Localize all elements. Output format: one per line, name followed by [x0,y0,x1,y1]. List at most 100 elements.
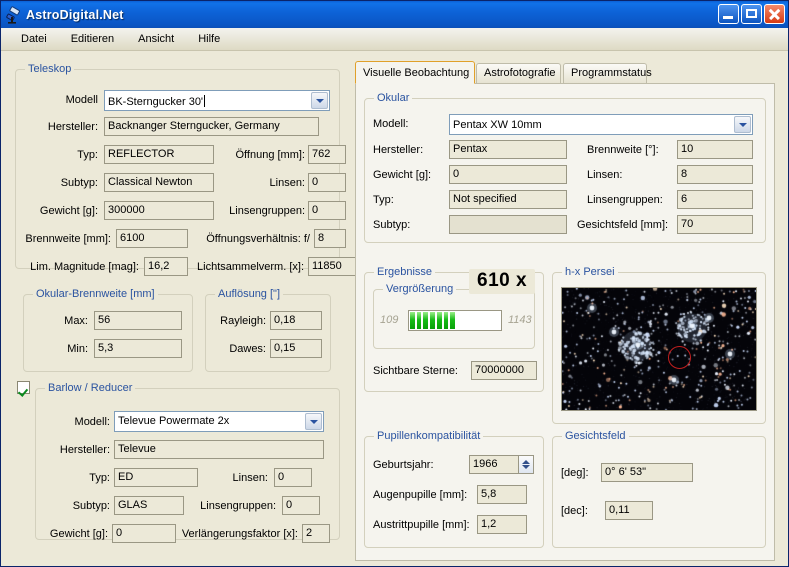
menu-item-ansicht[interactable]: Ansicht [126,31,186,47]
teleskop-linsengruppen-field[interactable]: 0 [308,201,346,220]
red-circle-overlay [668,346,691,369]
stepper-down-icon[interactable] [522,465,530,469]
barlow-verlaengerungsfaktor-label: Verlängerungsfaktor [x]: [181,528,298,540]
teleskop-modell-combobox[interactable]: BK-Sterngucker 30' [104,90,330,111]
teleskop-typ-field[interactable]: REFLECTOR [104,145,214,164]
minimize-button[interactable] [718,4,739,24]
group-aufloesung-caption: Auflösung ["] [215,288,283,300]
geburtsjahr-stepper[interactable] [519,455,534,474]
group-aufloesung: Auflösung ["] Rayleigh: 0,18 Dawes: 0,15 [205,288,331,372]
group-barlow-caption: Barlow / Reducer [45,382,136,394]
barlow-typ-field[interactable]: ED [114,468,198,487]
menu-bar: Datei Editieren Ansicht Hilfe [1,28,788,51]
group-gesichtsfeld-caption: Gesichtsfeld [562,430,629,442]
chevron-down-icon[interactable] [734,116,751,133]
teleskop-hersteller-field[interactable]: Backnanger Sterngucker, Germany [104,117,319,136]
menu-item-hilfe[interactable]: Hilfe [186,31,232,47]
group-ergebnisse: Ergebnisse Vergrößerung 109 1143 610 x S… [364,266,544,392]
teleskop-oeffnung-field[interactable]: 762 [308,145,346,164]
okular-linsengruppen-field[interactable]: 6 [677,190,753,209]
teleskop-modell-value: BK-Sterngucker 30' [108,96,204,108]
teleskop-modell-label: Modell [65,94,98,106]
okular-linsen-field[interactable]: 8 [677,165,753,184]
group-barlow-reducer: Barlow / Reducer Modell: Televue Powerma… [35,382,340,543]
teleskop-lichtsammelverm-field[interactable]: 11850 [308,257,356,276]
geburtsjahr-field[interactable]: 1966 [469,455,519,474]
tab-visuelle-beobachtung-label: Visuelle Beobachtung [363,67,470,79]
teleskop-oeffnungsverhaeltnis-label: Öffnungsverhältnis: f/ [206,233,310,245]
aufloesung-dawes-field[interactable]: 0,15 [270,339,322,358]
tab-panel-visuelle-beobachtung: Okular Modell: Pentax XW 10mm Hersteller… [355,83,775,561]
menu-item-editieren[interactable]: Editieren [59,31,126,47]
teleskop-oeffnungsverhaeltnis-field[interactable]: 8 [314,229,346,248]
group-ergebnisse-caption: Ergebnisse [374,266,436,278]
okular-typ-field[interactable]: Not specified [449,190,567,209]
teleskop-linsengruppen-label: Linsengruppen: [229,205,305,217]
augenpupille-field[interactable]: 5,8 [477,485,527,504]
chevron-down-icon[interactable] [305,413,322,430]
starfield-image[interactable] [561,287,757,411]
okular-gewicht-field[interactable]: 0 [449,165,567,184]
group-teleskop: Teleskop Modell BK-Sterngucker 30' Herst… [15,63,356,276]
tab-astrofotografie[interactable]: Astrofotografie [476,63,561,83]
barlow-typ-label: Typ: [89,472,110,484]
teleskop-hersteller-label: Hersteller: [47,121,98,133]
okular-brennweite-min-field[interactable]: 5,3 [94,339,182,358]
teleskop-linsen-field[interactable]: 0 [308,173,346,192]
tab-astrofotografie-label: Astrofotografie [484,67,556,79]
barlow-verlaengerungsfaktor-field[interactable]: 2 [302,524,330,543]
teleskop-subtyp-field[interactable]: Classical Newton [104,173,214,192]
barlow-hersteller-label: Hersteller: [59,444,110,456]
group-pupillenkompatibilitaet-caption: Pupillenkompatibilität [374,430,484,442]
menu-item-datei[interactable]: Datei [9,31,59,47]
teleskop-brennweite-field[interactable]: 6100 [116,229,188,248]
teleskop-gewicht-field[interactable]: 300000 [104,201,214,220]
group-okular-brennweite: Okular-Brennweite [mm] Max: 56 Min: 5,3 [23,288,193,372]
barlow-modell-combobox[interactable]: Televue Powermate 2x [114,411,324,432]
okular-brennweite-label: Brennweite [°]: [587,144,659,156]
stepper-up-icon[interactable] [522,460,530,464]
okular-brennweite-max-label: Max: [64,315,88,327]
barlow-linsen-label: Linsen: [232,472,268,484]
augenpupille-label: Augenpupille [mm]: [373,489,468,501]
okular-gesichtsfeld-field[interactable]: 70 [677,215,753,234]
barlow-hersteller-field[interactable]: Televue [114,440,324,459]
barlow-linsengruppen-field[interactable]: 0 [282,496,320,515]
tab-programmstatus[interactable]: Programmstatus [563,63,652,83]
teleskop-limmag-field[interactable]: 16,2 [144,257,188,276]
austrittpupille-label: Austrittpupille [mm]: [373,519,470,531]
okular-modell-combobox[interactable]: Pentax XW 10mm [449,114,753,135]
teleskop-typ-label: Typ: [77,149,98,161]
teleskop-gewicht-label: Gewicht [g]: [39,205,98,217]
title-bar: AstroDigital.Net [1,1,788,28]
window-controls [718,4,785,24]
barlow-gewicht-field[interactable]: 0 [112,524,176,543]
okular-subtyp-field[interactable] [449,215,567,234]
chevron-down-icon[interactable] [311,92,328,109]
text-caret [204,95,206,107]
barlow-subtyp-field[interactable]: GLAS [114,496,184,515]
barlow-subtyp-label: Subtyp: [72,500,110,512]
barlow-linsen-field[interactable]: 0 [274,468,312,487]
vergroesserung-range-max: 1143 [508,314,532,326]
okular-hersteller-field[interactable]: Pentax [449,140,567,159]
gesichtsfeld-deg-field[interactable]: 0° 6' 53" [601,463,693,482]
teleskop-lichtsammelverm-label: Lichtsammelverm. [x]: [197,261,304,273]
group-okular-brennweite-caption: Okular-Brennweite [mm] [33,288,158,300]
geburtsjahr-label: Geburtsjahr: [373,459,434,471]
okular-modell-value: Pentax XW 10mm [453,119,542,131]
okular-gesichtsfeld-label: Gesichtsfeld [mm]: [577,219,669,231]
barlow-enable-checkbox[interactable] [17,381,30,394]
okular-brennweite-field[interactable]: 10 [677,140,753,159]
tab-strip: Visuelle Beobachtung Astrofotografie Pro… [355,61,775,84]
close-button[interactable] [764,4,785,24]
tab-visuelle-beobachtung[interactable]: Visuelle Beobachtung [355,61,475,84]
maximize-button[interactable] [741,4,762,24]
gesichtsfeld-dec-field[interactable]: 0,11 [605,501,653,520]
austrittpupille-field[interactable]: 1,2 [477,515,527,534]
aufloesung-rayleigh-field[interactable]: 0,18 [270,311,322,330]
okular-gewicht-label: Gewicht [g]: [373,169,432,181]
okular-brennweite-max-field[interactable]: 56 [94,311,182,330]
sichtbare-sterne-field[interactable]: 70000000 [471,361,537,380]
aufloesung-dawes-label: Dawes: [229,343,266,355]
